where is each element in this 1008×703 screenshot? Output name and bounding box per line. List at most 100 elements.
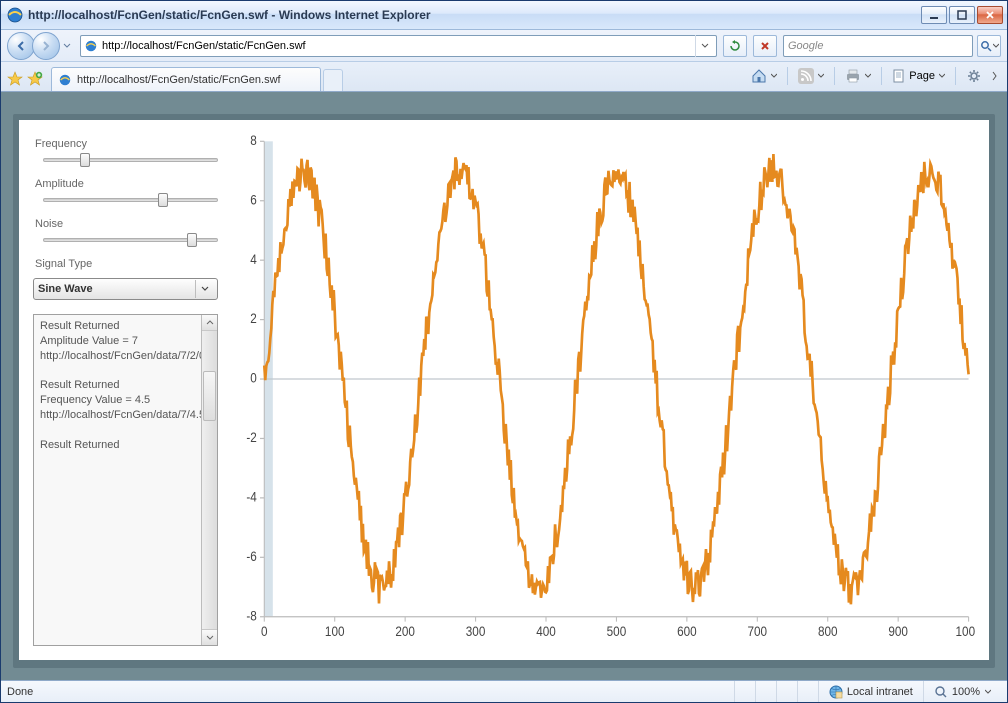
add-favorites-icon[interactable] (27, 71, 43, 87)
address-dropdown[interactable] (695, 35, 713, 57)
new-tab-button[interactable] (323, 69, 343, 91)
signal-type-value: Sine Wave (38, 283, 195, 295)
address-text: http://localhost/FcnGen/static/FcnGen.sw… (102, 40, 691, 52)
combo-dropdown-button[interactable] (195, 280, 213, 298)
svg-text:800: 800 (818, 625, 838, 640)
ie-logo-icon (7, 7, 23, 23)
back-button[interactable] (7, 32, 35, 60)
page-icon (892, 69, 906, 83)
home-button[interactable] (747, 65, 781, 87)
scroll-thumb[interactable] (203, 371, 216, 421)
search-input[interactable]: Google (783, 35, 973, 57)
stage-shadow: Frequency Amplitude Noise Signal Type Si… (13, 114, 995, 668)
print-button[interactable] (841, 65, 875, 87)
app-stage: Frequency Amplitude Noise Signal Type Si… (19, 120, 989, 660)
scroll-down-button[interactable] (202, 629, 217, 645)
ie-window: http://localhost/FcnGen/static/FcnGen.sw… (0, 0, 1008, 703)
refresh-button[interactable] (723, 35, 747, 57)
zoom-value: 100% (952, 686, 980, 698)
printer-icon (845, 68, 861, 84)
svg-text:-2: -2 (246, 430, 256, 445)
nav-row: http://localhost/FcnGen/static/FcnGen.sw… (1, 30, 1007, 62)
svg-text:1000: 1000 (956, 625, 975, 640)
status-left: Done (7, 681, 43, 702)
status-cell (755, 681, 776, 702)
svg-text:300: 300 (466, 625, 486, 640)
svg-text:4: 4 (250, 252, 257, 267)
search-placeholder: Google (788, 40, 823, 52)
title-bar: http://localhost/FcnGen/static/FcnGen.sw… (1, 1, 1007, 30)
minimize-button[interactable] (921, 6, 947, 24)
chart-svg: -8-6-4-202468010020030040050060070080090… (228, 134, 975, 646)
svg-text:700: 700 (748, 625, 768, 640)
tab-row: http://localhost/FcnGen/static/FcnGen.sw… (1, 62, 1007, 92)
chevron-down-icon (985, 689, 991, 695)
zoom-control[interactable]: 100% (923, 681, 1001, 702)
svg-text:-8: -8 (246, 609, 256, 624)
scroll-track[interactable] (202, 331, 217, 629)
gear-icon (966, 68, 982, 84)
chevron-menu[interactable] (989, 65, 1001, 87)
chevron-right-icon (991, 68, 999, 84)
tab-page-icon (58, 73, 72, 87)
nav-history-dropdown[interactable] (60, 32, 74, 60)
svg-text:500: 500 (607, 625, 627, 640)
search-wrap: Google (783, 35, 1001, 57)
svg-text:-4: -4 (246, 490, 256, 505)
status-bar: Done Local intranet 100% (1, 680, 1007, 702)
noise-slider[interactable] (43, 238, 218, 242)
amplitude-label: Amplitude (35, 178, 218, 190)
amplitude-slider[interactable] (43, 198, 218, 202)
signal-type-label: Signal Type (35, 258, 218, 270)
intranet-icon (829, 685, 843, 699)
rss-icon (798, 68, 814, 84)
window-title: http://localhost/FcnGen/static/FcnGen.sw… (28, 8, 921, 22)
svg-text:-6: -6 (246, 549, 256, 564)
frequency-label: Frequency (35, 138, 218, 150)
frequency-slider-thumb[interactable] (80, 153, 90, 167)
address-bar-wrap: http://localhost/FcnGen/static/FcnGen.sw… (80, 35, 717, 57)
forward-button[interactable] (32, 32, 60, 60)
page-icon (84, 39, 98, 53)
noise-label: Noise (35, 218, 218, 230)
security-zone[interactable]: Local intranet (818, 681, 923, 702)
controls-panel: Frequency Amplitude Noise Signal Type Si… (33, 134, 218, 646)
scroll-up-button[interactable] (202, 315, 217, 331)
page-menu-label: Page (909, 70, 935, 82)
svg-text:6: 6 (250, 193, 257, 208)
amplitude-slider-thumb[interactable] (158, 193, 168, 207)
svg-text:900: 900 (888, 625, 908, 640)
favorites-star-icon[interactable] (7, 71, 23, 87)
tab-label: http://localhost/FcnGen/static/FcnGen.sw… (77, 74, 281, 86)
stop-button[interactable] (753, 35, 777, 57)
status-cell (734, 681, 755, 702)
maximize-button[interactable] (949, 6, 975, 24)
chevron-down-icon (201, 285, 209, 293)
noise-slider-thumb[interactable] (187, 233, 197, 247)
svg-text:0: 0 (250, 371, 257, 386)
active-tab[interactable]: http://localhost/FcnGen/static/FcnGen.sw… (51, 67, 321, 91)
address-bar[interactable]: http://localhost/FcnGen/static/FcnGen.sw… (80, 35, 717, 57)
frequency-slider[interactable] (43, 158, 218, 162)
page-menu[interactable]: Page (888, 65, 949, 87)
home-icon (751, 68, 767, 84)
status-cell (776, 681, 797, 702)
security-zone-label: Local intranet (847, 686, 913, 698)
search-button[interactable] (977, 35, 1001, 57)
chart-area: -8-6-4-202468010020030040050060070080090… (228, 134, 975, 646)
log-box: Result Returned Amplitude Value = 7 http… (33, 314, 218, 646)
svg-text:400: 400 (536, 625, 556, 640)
close-button[interactable] (977, 6, 1003, 24)
content-viewport: Frequency Amplitude Noise Signal Type Si… (1, 92, 1007, 680)
log-text: Result Returned Amplitude Value = 7 http… (34, 315, 201, 645)
svg-text:0: 0 (261, 625, 268, 640)
svg-text:2: 2 (250, 312, 257, 327)
status-cell (797, 681, 818, 702)
signal-type-combo[interactable]: Sine Wave (33, 278, 218, 300)
svg-text:8: 8 (250, 134, 257, 148)
log-scrollbar[interactable] (201, 315, 217, 645)
zoom-icon (934, 685, 948, 699)
tools-menu[interactable] (962, 65, 986, 87)
feeds-button[interactable] (794, 65, 828, 87)
window-controls (921, 6, 1003, 24)
